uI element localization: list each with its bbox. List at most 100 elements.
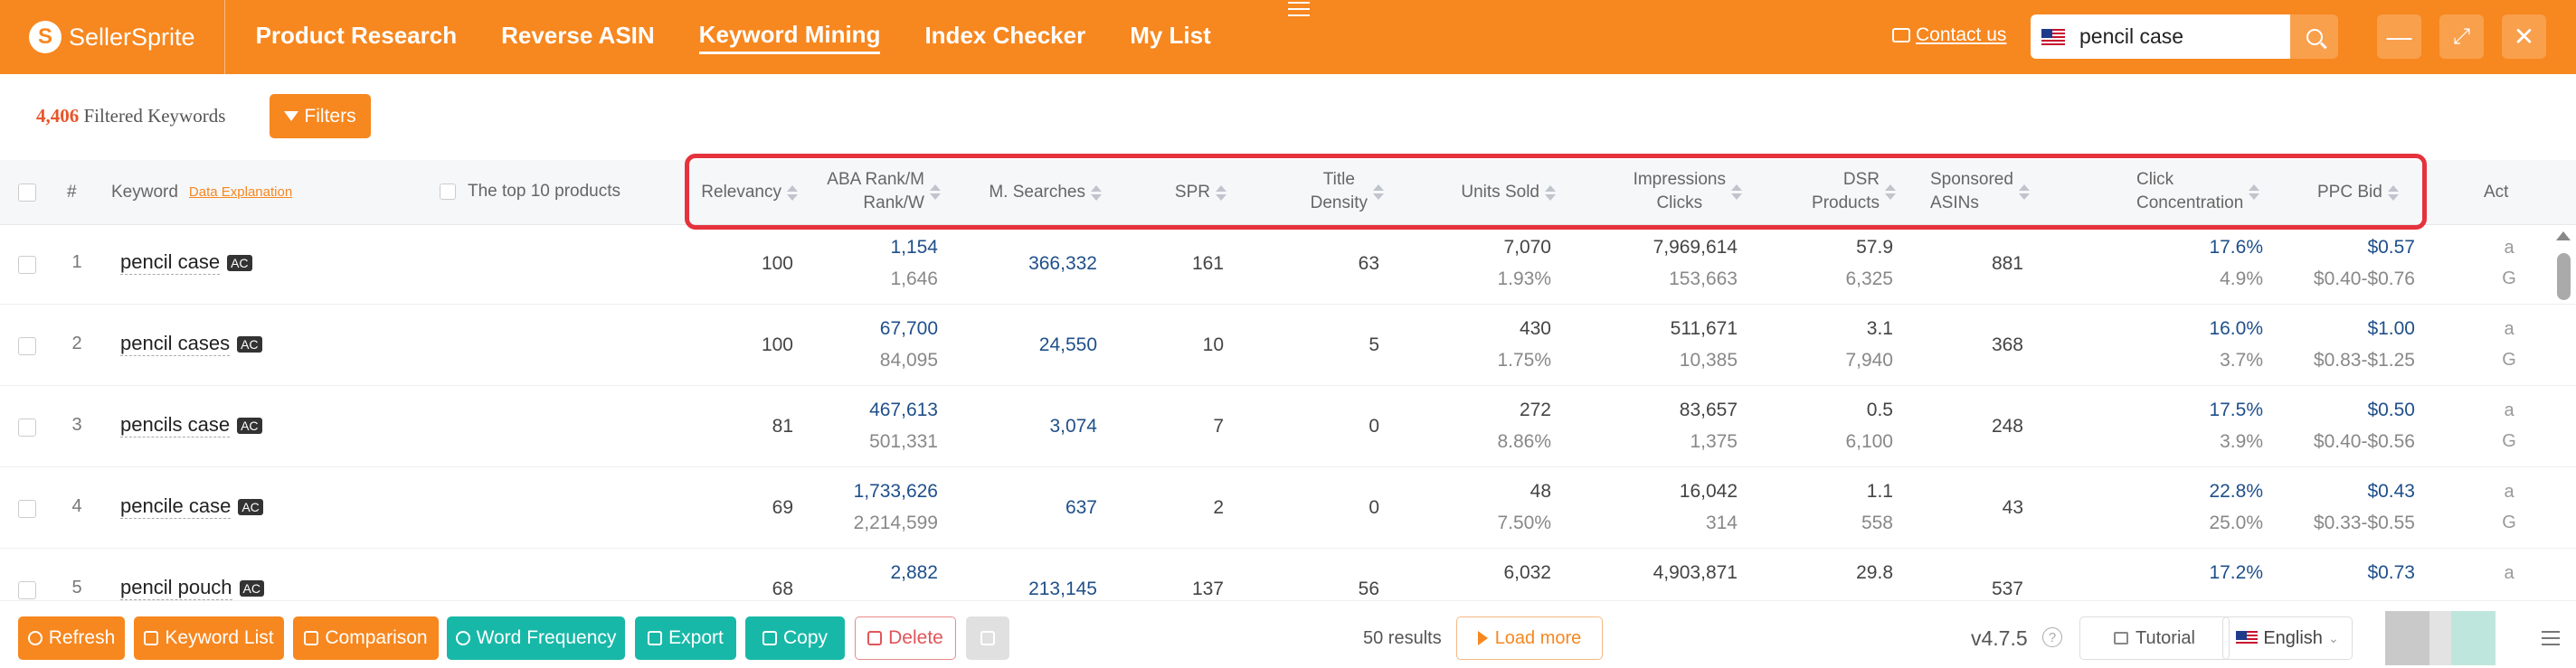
row-index: 3 (71, 415, 82, 435)
filtered-label: Filtered Keywords (83, 105, 226, 127)
highlight-annotation-box (685, 154, 2427, 230)
tutorial-button[interactable]: Tutorial (2079, 616, 2230, 660)
cell-sponsored-asins: 43 (2002, 497, 2023, 518)
ac-badge: AC (227, 254, 252, 271)
keyword-text[interactable]: pencil pouch (120, 576, 232, 600)
tutorial-label: Tutorial (2136, 627, 2195, 648)
cell-ppc-bid-secondary: $0.33-$0.55 (2313, 513, 2415, 533)
download-icon (648, 631, 663, 645)
scroll-up-arrow-icon[interactable] (2556, 231, 2571, 240)
refresh-button[interactable]: Refresh (18, 616, 125, 660)
keyword-text[interactable]: pencil case (120, 250, 221, 275)
close-button[interactable]: ✕ (2502, 14, 2546, 59)
help-icon[interactable]: ? (2042, 627, 2062, 647)
search-icon (2306, 28, 2323, 45)
nav-my-list[interactable]: My List (1130, 22, 1211, 52)
load-more-button[interactable]: Load more (1456, 616, 1603, 660)
main-nav: Product Research Reverse ASIN Keyword Mi… (256, 21, 1255, 54)
close-icon: ✕ (2513, 23, 2535, 51)
menu-icon[interactable] (2542, 631, 2560, 645)
copy-button[interactable]: Copy (745, 616, 845, 660)
search-button[interactable] (2290, 14, 2338, 59)
copy-label: Copy (782, 627, 829, 648)
amazon-icon[interactable]: a (2498, 400, 2520, 421)
keyword-cell[interactable]: pencil cases AC (120, 332, 262, 356)
comparison-button[interactable]: Comparison (293, 616, 439, 660)
google-icon[interactable]: G (2498, 268, 2520, 289)
cell-ppc-bid-primary[interactable]: $0.50 (2180, 399, 2415, 422)
keyword-cell[interactable]: pencil pouch AC (120, 576, 264, 600)
language-select[interactable]: English ⌄ (2222, 616, 2353, 660)
word-frequency-label: Word Frequency (476, 627, 617, 648)
data-explanation-link[interactable]: Data Explanation (189, 181, 292, 204)
refresh-icon (27, 631, 43, 645)
col-keyword-label: Keyword (111, 183, 178, 202)
language-label: English (2263, 627, 2323, 648)
maximize-button[interactable]: ⤢ (2439, 14, 2484, 59)
filters-button[interactable]: Filters (270, 94, 371, 138)
us-flag-icon[interactable] (2041, 28, 2065, 45)
ac-badge: AC (239, 579, 264, 597)
amazon-icon[interactable]: a (2498, 319, 2520, 340)
refresh-label: Refresh (48, 627, 116, 648)
word-frequency-button[interactable]: Word Frequency (447, 616, 625, 660)
row-checkbox[interactable] (18, 337, 36, 355)
col-keyword: Keyword Data Explanation (111, 181, 292, 204)
keyword-text[interactable]: pencil cases (120, 332, 231, 356)
drag-handle-icon[interactable] (1288, 2, 1310, 16)
user-avatar[interactable] (2385, 611, 2496, 665)
google-icon[interactable]: G (2498, 513, 2520, 533)
table-row[interactable]: 2 pencil cases AC 100 67,700 84,095 24,5… (0, 305, 2576, 386)
table-row[interactable]: 3 pencils case AC 81 467,613 501,331 3,0… (0, 386, 2576, 467)
brand-logo[interactable]: S SellerSprite (0, 0, 225, 74)
select-all-checkbox[interactable] (18, 183, 36, 202)
col-act: Act (2484, 183, 2509, 202)
cell-ppc-bid-primary[interactable]: $0.43 (2180, 480, 2415, 503)
pie-chart-icon (455, 631, 470, 645)
keyword-cell[interactable]: pencils case AC (120, 413, 262, 437)
keyword-text[interactable]: pencils case (120, 413, 231, 437)
cell-ppc-bid-primary[interactable]: $0.57 (2180, 236, 2415, 259)
contact-us-link[interactable]: Contact us (1892, 24, 2006, 46)
nav-keyword-mining[interactable]: Keyword Mining (698, 21, 881, 54)
minimize-button[interactable]: — (2377, 14, 2421, 59)
disabled-delete-button[interactable] (966, 616, 1009, 660)
cell-sponsored-asins: 881 (1991, 253, 2023, 274)
row-checkbox[interactable] (18, 581, 36, 599)
keyword-cell[interactable]: pencile case AC (120, 494, 263, 519)
row-checkbox[interactable] (18, 500, 36, 518)
table-row[interactable]: 4 pencile case AC 69 1,733,626 2,214,599… (0, 467, 2576, 549)
top10-checkbox[interactable] (440, 183, 456, 200)
sellersprite-logo-icon: S (29, 21, 62, 53)
row-index: 5 (71, 578, 82, 597)
cell-ppc-bid: $0.57 $0.40-$0.76 (2180, 236, 2415, 291)
row-checkbox[interactable] (18, 419, 36, 437)
row-index: 4 (71, 496, 82, 516)
cell-ppc-bid-primary[interactable]: $1.00 (2180, 317, 2415, 341)
cell-sponsored-asins: 248 (1991, 416, 2023, 437)
nav-product-research[interactable]: Product Research (256, 22, 458, 52)
chat-icon (1892, 28, 1910, 42)
keyword-list-button[interactable]: Keyword List (134, 616, 284, 660)
delete-button[interactable]: Delete (855, 616, 956, 660)
keyword-text[interactable]: pencile case (120, 494, 232, 519)
delete-label: Delete (888, 627, 943, 648)
scrollbar-thumb[interactable] (2557, 253, 2571, 300)
google-icon[interactable]: G (2498, 431, 2520, 452)
cell-ppc-bid-secondary: $0.40-$0.56 (2313, 431, 2415, 452)
search-input[interactable] (2079, 24, 2278, 49)
cell-ppc-bid-primary[interactable]: $0.73 (2180, 561, 2415, 585)
brand-name: SellerSprite (69, 23, 195, 51)
list-icon (144, 631, 159, 645)
table-row[interactable]: 1 pencil case AC 100 1,154 1,646 366,332… (0, 223, 2576, 305)
amazon-icon[interactable]: a (2498, 238, 2520, 259)
google-icon[interactable]: G (2498, 350, 2520, 371)
amazon-icon[interactable]: a (2498, 563, 2520, 584)
export-button[interactable]: Export (635, 616, 736, 660)
copy-icon (762, 631, 777, 645)
row-checkbox[interactable] (18, 256, 36, 274)
keyword-cell[interactable]: pencil case AC (120, 250, 252, 275)
nav-reverse-asin[interactable]: Reverse ASIN (501, 22, 655, 52)
nav-index-checker[interactable]: Index Checker (924, 22, 1085, 52)
amazon-icon[interactable]: a (2498, 482, 2520, 503)
